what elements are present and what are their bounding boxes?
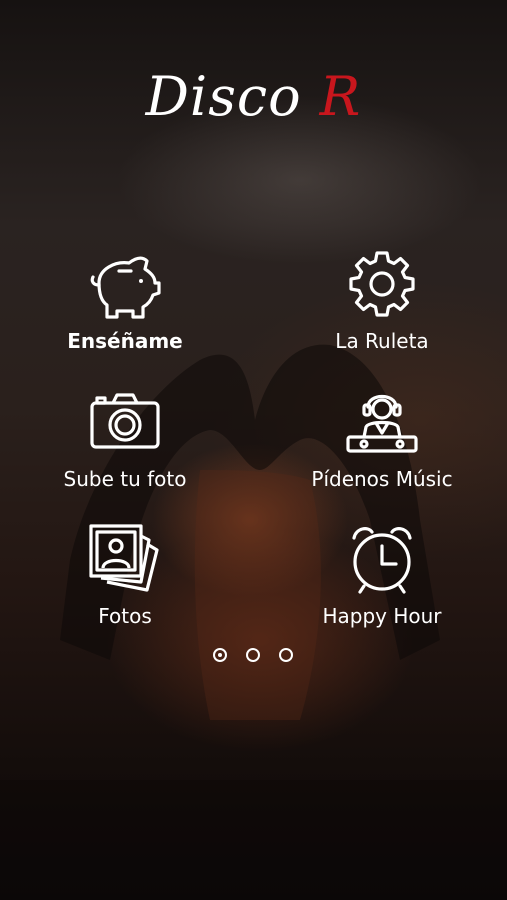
menu-item-sube-tu-foto[interactable]: Sube tu foto <box>25 383 225 491</box>
alarm-clock-icon <box>342 520 422 600</box>
menu-item-label: Pídenos Músic <box>311 467 453 491</box>
photos-icon <box>85 520 165 600</box>
menu-item-la-ruleta[interactable]: La Ruleta <box>282 245 482 353</box>
menu-item-label: La Ruleta <box>335 329 429 353</box>
logo-letter: R <box>319 65 362 128</box>
menu-item-label: Happy Hour <box>322 604 442 628</box>
app-logo: Disco R <box>0 62 507 132</box>
menu-item-fotos[interactable]: Fotos <box>25 520 225 628</box>
piggy-bank-icon <box>85 245 165 325</box>
menu-item-label: Enséñame <box>67 329 183 353</box>
menu-item-ensename[interactable]: Enséñame <box>25 245 225 353</box>
menu-item-happy-hour[interactable]: Happy Hour <box>282 520 482 628</box>
logo-word: Disco <box>145 65 302 128</box>
gear-icon <box>342 245 422 325</box>
menu-item-pidenos-music[interactable]: Pídenos Músic <box>282 383 482 491</box>
page-dot-2[interactable] <box>246 648 260 662</box>
menu-item-label: Sube tu foto <box>63 467 187 491</box>
page-indicator <box>210 648 300 666</box>
camera-icon <box>85 383 165 463</box>
app-screen: Disco R Enséñame La Ruleta Sube tu foto … <box>0 0 507 900</box>
menu-item-label: Fotos <box>98 604 152 628</box>
page-dot-3[interactable] <box>279 648 293 662</box>
page-dot-1[interactable] <box>213 648 227 662</box>
dj-icon <box>342 383 422 463</box>
